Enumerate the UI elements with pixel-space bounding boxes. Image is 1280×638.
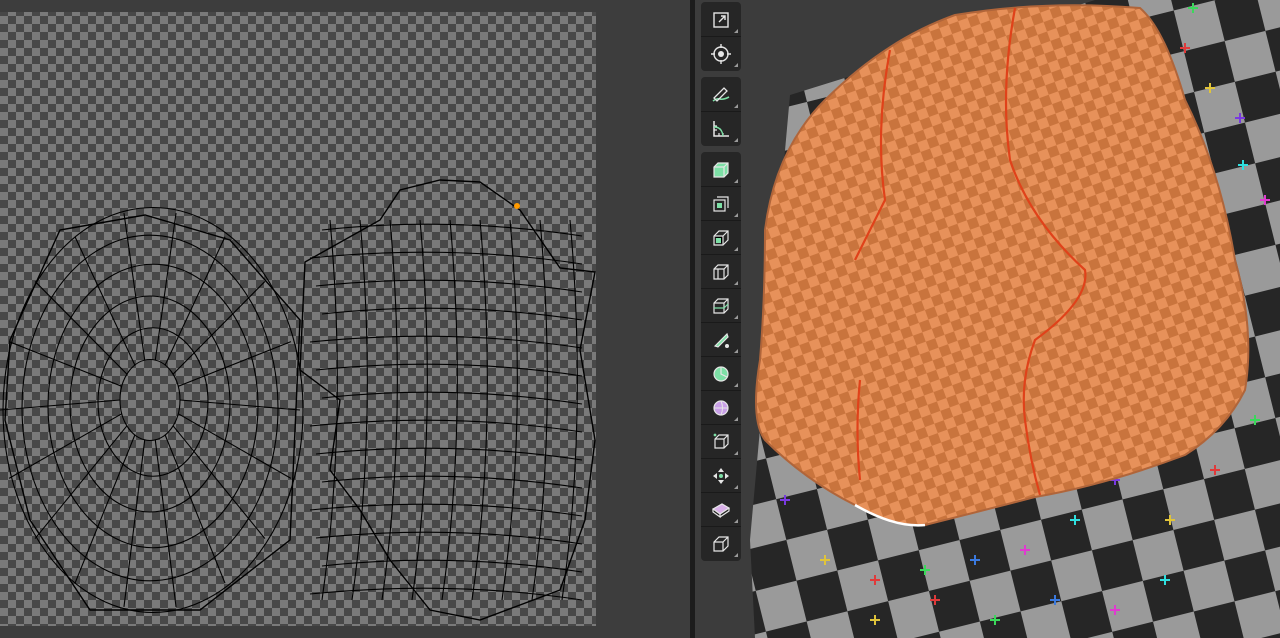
spin-button[interactable] <box>701 390 741 424</box>
transform-button[interactable] <box>701 36 741 70</box>
inset-faces-button[interactable] <box>701 220 741 254</box>
measure-icon <box>713 120 729 137</box>
extrude-region-button[interactable] <box>701 186 741 220</box>
bevel-icon <box>713 263 729 280</box>
annotate-button[interactable] <box>701 78 741 111</box>
extrude-region-icon <box>713 195 729 212</box>
add-cube-icon <box>713 161 729 178</box>
uv-editor-area[interactable] <box>0 0 690 638</box>
blender-window <box>0 0 1280 638</box>
loop-cut-button[interactable] <box>701 288 741 322</box>
viewport-3d[interactable] <box>695 0 1280 638</box>
poly-build-icon <box>713 365 729 382</box>
knife-icon <box>713 332 729 348</box>
inset-faces-icon <box>713 229 729 246</box>
smooth-button[interactable] <box>701 424 741 458</box>
uv-selected-vertex <box>514 203 520 209</box>
edge-slide-icon <box>713 467 729 484</box>
poly-build-button[interactable] <box>701 356 741 390</box>
tool-group-transform <box>701 2 741 71</box>
scale-cage-icon <box>713 11 729 28</box>
tool-group-mesh-edit <box>701 152 741 561</box>
bevel-button[interactable] <box>701 254 741 288</box>
tool-shelf <box>701 2 741 567</box>
smooth-icon <box>713 433 729 449</box>
uv-canvas[interactable] <box>0 0 690 638</box>
shrink-fatten-icon <box>711 502 731 518</box>
annotate-icon <box>712 86 730 102</box>
transform-icon <box>711 43 731 64</box>
spin-icon <box>713 399 729 416</box>
tool-group-annotate <box>701 77 741 146</box>
shrink-fatten-button[interactable] <box>701 492 741 526</box>
uv-checker-image <box>0 12 596 626</box>
knife-button[interactable] <box>701 322 741 356</box>
shear-icon <box>713 535 729 552</box>
add-cube-button[interactable] <box>701 153 741 186</box>
viewport-canvas[interactable] <box>695 0 1280 638</box>
edge-slide-button[interactable] <box>701 458 741 492</box>
measure-button[interactable] <box>701 111 741 145</box>
shear-button[interactable] <box>701 526 741 560</box>
loop-cut-icon <box>713 297 729 314</box>
scale-cage-button[interactable] <box>701 3 741 36</box>
